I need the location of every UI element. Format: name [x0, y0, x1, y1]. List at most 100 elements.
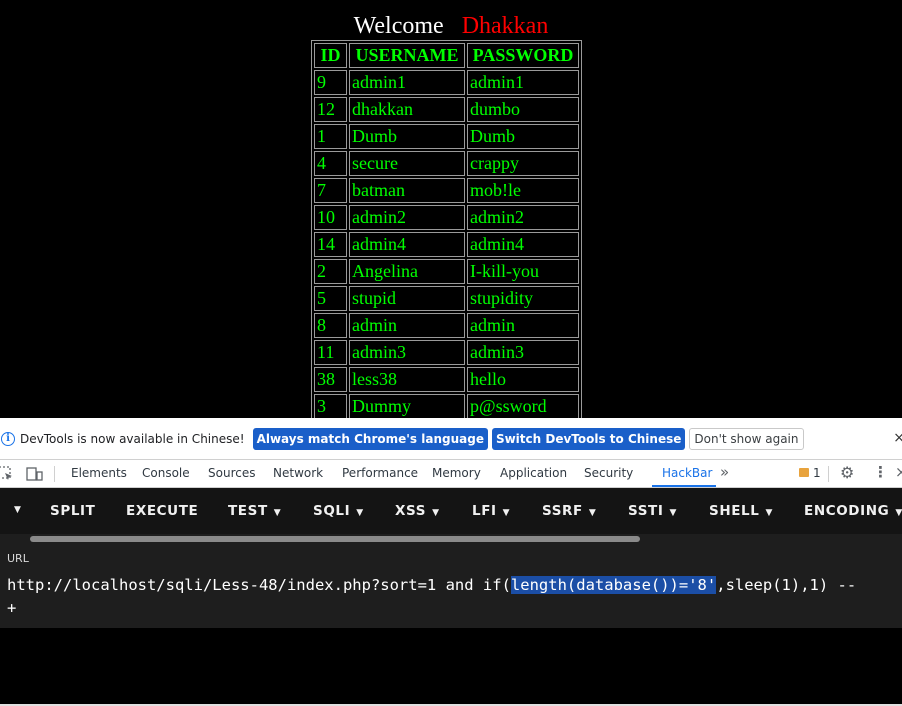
cell-password: dumbo [467, 97, 579, 122]
chevron-down-icon: ▼ [588, 508, 597, 518]
infobar-message: DevTools is now available in Chinese! [20, 431, 245, 446]
more-options-icon[interactable]: ⋮ [873, 463, 888, 481]
cell-username: admin4 [349, 232, 465, 257]
cell-id: 10 [314, 205, 347, 230]
cell-username: admin2 [349, 205, 465, 230]
column-header-password: PASSWORD [467, 43, 579, 68]
cell-id: 11 [314, 340, 347, 365]
chevron-down-icon: ▼ [273, 508, 282, 518]
cell-password: admin1 [467, 70, 579, 95]
tab-elements[interactable]: Elements [71, 466, 127, 480]
issues-icon[interactable] [799, 468, 809, 477]
cell-password: I-kill-you [467, 259, 579, 284]
table-row: 38 less38 hello [314, 367, 579, 392]
cell-username: batman [349, 178, 465, 203]
table-row: 2 Angelina I-kill-you [314, 259, 579, 284]
cell-username: admin1 [349, 70, 465, 95]
horizontal-scrollbar[interactable] [30, 536, 640, 542]
cell-password: p@ssword [467, 394, 579, 418]
dont-show-again-button[interactable]: Don't show again [689, 427, 804, 450]
ssti-menu[interactable]: SSTI ▼ [628, 503, 677, 519]
cell-username: less38 [349, 367, 465, 392]
chevron-down-icon: ▼ [765, 508, 773, 518]
device-toolbar-icon[interactable] [26, 466, 44, 482]
table-row: 8 admin admin [314, 313, 579, 338]
tabbar-divider [54, 466, 55, 482]
lfi-menu[interactable]: LFI ▼ [472, 503, 510, 519]
hackbar-menu: ▼ SPLIT EXECUTE TEST ▼ SQLI ▼ XSS ▼ LFI ▼ SS… [0, 488, 902, 534]
tab-application[interactable]: Application [500, 466, 567, 480]
cell-id: 14 [314, 232, 347, 257]
switch-to-chinese-button[interactable]: Switch DevTools to Chinese [491, 427, 686, 450]
execute-button[interactable]: EXECUTE [126, 503, 198, 519]
sqli-menu-label: SQLI [313, 503, 351, 519]
url-text-before: http://localhost/sqli/Less-48/index.php?… [7, 576, 511, 594]
chevron-down-icon: ▼ [895, 508, 902, 518]
tab-performance[interactable]: Performance [342, 466, 418, 480]
inspect-element-icon[interactable] [0, 466, 14, 482]
table-row: 12 dhakkan dumbo [314, 97, 579, 122]
chevron-down-icon: ▼ [669, 508, 678, 518]
split-button[interactable]: SPLIT [50, 503, 95, 519]
cell-username: stupid [349, 286, 465, 311]
ssti-menu-label: SSTI [628, 503, 664, 519]
tab-sources[interactable]: Sources [208, 466, 255, 480]
chevron-down-icon: ▼ [432, 508, 440, 518]
cell-password: admin [467, 313, 579, 338]
ssrf-menu-label: SSRF [542, 503, 583, 519]
issues-count[interactable]: 1 [813, 466, 821, 480]
active-tab-indicator [652, 485, 716, 487]
table-row: 10 admin2 admin2 [314, 205, 579, 230]
cell-password: Dumb [467, 124, 579, 149]
chevron-down-icon: ▼ [356, 508, 364, 518]
url-textarea[interactable]: http://localhost/sqli/Less-48/index.php?… [0, 570, 902, 706]
column-header-username: USERNAME [349, 43, 465, 68]
tab-memory[interactable]: Memory [432, 466, 481, 480]
encoding-menu[interactable]: ENCODING ▼ [804, 503, 902, 519]
cell-id: 2 [314, 259, 347, 284]
encoding-menu-label: ENCODING [804, 503, 890, 519]
always-match-language-button[interactable]: Always match Chrome's language [252, 427, 488, 450]
cell-username: dhakkan [349, 97, 465, 122]
lfi-menu-label: LFI [472, 503, 497, 519]
tab-hackbar[interactable]: HackBar [662, 466, 712, 480]
tab-network[interactable]: Network [273, 466, 323, 480]
cell-id: 5 [314, 286, 347, 311]
cell-username: admin [349, 313, 465, 338]
close-icon[interactable]: × [893, 430, 902, 446]
xss-menu-label: XSS [395, 503, 427, 519]
users-table: ID USERNAME PASSWORD 9 admin1 admin1 12 dhak… [311, 40, 582, 418]
cell-username: Angelina [349, 259, 465, 284]
close-devtools-icon[interactable]: × [895, 463, 902, 481]
cell-username: Dumb [349, 124, 465, 149]
test-menu[interactable]: TEST ▼ [228, 503, 281, 519]
cell-password: admin3 [467, 340, 579, 365]
sqli-menu[interactable]: SQLI ▼ [313, 503, 364, 519]
shell-menu-label: SHELL [709, 503, 760, 519]
cell-id: 4 [314, 151, 347, 176]
shell-menu[interactable]: SHELL ▼ [709, 503, 773, 519]
welcome-username: Dhakkan [461, 13, 549, 39]
chevron-down-icon[interactable]: ▼ [14, 505, 22, 515]
cell-id: 8 [314, 313, 347, 338]
table-row: 11 admin3 admin3 [314, 340, 579, 365]
cell-username: admin3 [349, 340, 465, 365]
xss-menu[interactable]: XSS ▼ [395, 503, 440, 519]
ssrf-menu[interactable]: SSRF ▼ [542, 503, 596, 519]
cell-password: crappy [467, 151, 579, 176]
table-row: 1 Dumb Dumb [314, 124, 579, 149]
users-table-body: 9 admin1 admin1 12 dhakkan dumbo 1 Dumb Dumb 4 sec… [314, 70, 579, 418]
cell-id: 7 [314, 178, 347, 203]
table-row: 14 admin4 admin4 [314, 232, 579, 257]
cell-password: admin4 [467, 232, 579, 257]
tabbar-divider [828, 466, 829, 482]
more-tabs-icon[interactable]: » [720, 463, 729, 481]
welcome-text: Welcome [353, 13, 444, 39]
sqli-page: Welcome Dhakkan ID USERNAME PASSWORD 9 adm… [0, 0, 902, 418]
tab-security[interactable]: Security [584, 466, 633, 480]
cell-id: 3 [314, 394, 347, 418]
settings-gear-icon[interactable]: ⚙ [840, 463, 854, 482]
cell-id: 9 [314, 70, 347, 95]
table-row: 9 admin1 admin1 [314, 70, 579, 95]
tab-console[interactable]: Console [142, 466, 190, 480]
